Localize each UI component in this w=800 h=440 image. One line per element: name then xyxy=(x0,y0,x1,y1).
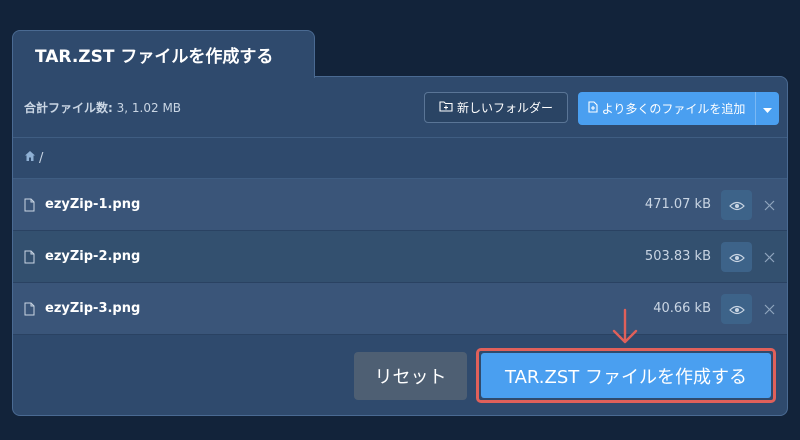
add-files-button[interactable]: より多くのファイルを追加 xyxy=(578,92,755,125)
file-size: 40.66 kB xyxy=(653,301,711,316)
file-icon xyxy=(24,249,35,268)
file-name: ezyZip-3.png xyxy=(45,301,141,316)
preview-button[interactable] xyxy=(721,242,752,272)
add-files-label: より多くのファイルを追加 xyxy=(601,102,746,116)
close-icon xyxy=(764,196,775,215)
action-footer: リセット TAR.ZST ファイルを作成する xyxy=(13,335,787,415)
breadcrumb-path: / xyxy=(39,150,44,166)
create-label: TAR.ZST ファイルを作成する xyxy=(505,366,747,388)
eye-icon xyxy=(728,196,745,215)
file-summary: 合計ファイル数: 3, 1.02 MB xyxy=(24,99,181,116)
file-size: 503.83 kB xyxy=(644,249,711,264)
home-icon[interactable] xyxy=(24,150,36,166)
file-row: ezyZip-3.png 40.66 kB xyxy=(13,283,787,335)
create-button-highlight: TAR.ZST ファイルを作成する xyxy=(476,348,776,403)
file-row: ezyZip-1.png 471.07 kB xyxy=(13,179,787,231)
file-icon xyxy=(24,197,35,216)
eye-icon xyxy=(728,300,745,319)
file-icon xyxy=(24,301,35,320)
file-plus-icon xyxy=(588,101,598,116)
new-folder-label: 新しいフォルダー xyxy=(456,101,553,115)
file-name: ezyZip-2.png xyxy=(45,249,141,264)
preview-button[interactable] xyxy=(721,190,752,220)
remove-file-button[interactable] xyxy=(759,245,779,269)
add-files-dropdown[interactable] xyxy=(755,92,779,125)
reset-label: リセット xyxy=(374,367,447,388)
remove-file-button[interactable] xyxy=(759,297,779,321)
file-size: 471.07 kB xyxy=(644,197,711,212)
add-files-button-group: より多くのファイルを追加 xyxy=(578,92,779,125)
close-icon xyxy=(764,248,775,267)
close-icon xyxy=(764,300,775,319)
remove-file-button[interactable] xyxy=(759,193,779,217)
summary-value: 3, 1.02 MB xyxy=(116,101,182,115)
file-name: ezyZip-1.png xyxy=(45,197,141,212)
create-archive-button[interactable]: TAR.ZST ファイルを作成する xyxy=(481,353,771,398)
arrow-down-icon xyxy=(610,308,640,346)
caret-down-icon xyxy=(763,99,772,118)
reset-button[interactable]: リセット xyxy=(354,352,467,400)
preview-button[interactable] xyxy=(721,294,752,324)
eye-icon xyxy=(728,248,745,267)
tab-title: TAR.ZST ファイルを作成する xyxy=(35,47,274,67)
new-folder-button[interactable]: 新しいフォルダー xyxy=(424,92,568,123)
file-panel: 合計ファイル数: 3, 1.02 MB 新しいフォルダー より多くのファイルを追… xyxy=(12,76,788,416)
tab-create-tar-zst[interactable]: TAR.ZST ファイルを作成する xyxy=(12,30,315,78)
breadcrumb: / xyxy=(13,137,787,179)
summary-label: 合計ファイル数: xyxy=(24,101,113,115)
file-row: ezyZip-2.png 503.83 kB xyxy=(13,231,787,283)
folder-plus-icon xyxy=(439,100,453,115)
toolbar: 合計ファイル数: 3, 1.02 MB 新しいフォルダー より多くのファイルを追… xyxy=(13,77,787,137)
